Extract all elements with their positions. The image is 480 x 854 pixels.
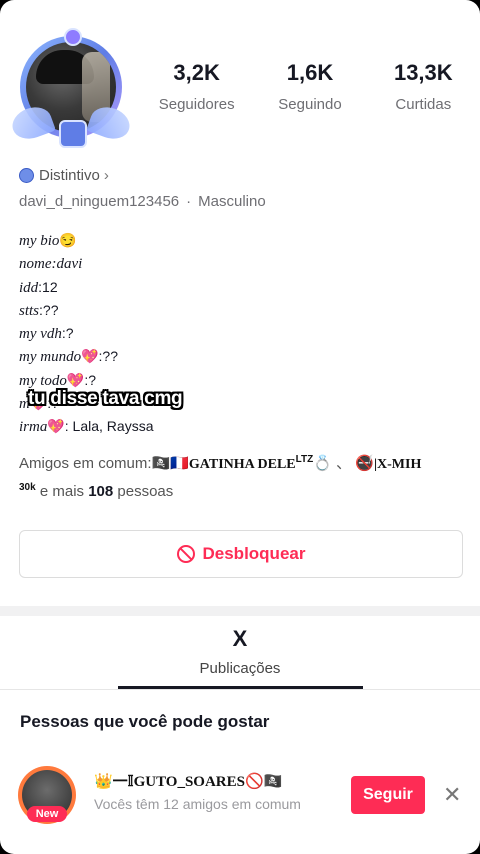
- suggestion-subtitle: Vocês têm 12 amigos em comum: [94, 796, 301, 812]
- profile-screen: 3,2K Seguidores 1,6K Seguindo 13,3K Curt…: [0, 0, 480, 854]
- stat-followers[interactable]: 3,2K Seguidores: [140, 60, 253, 113]
- mutual-prefix: Amigos em comum:: [19, 455, 152, 472]
- bio-line: stts:??: [19, 301, 59, 319]
- suggestion-name[interactable]: 👑一𝕀GUTO_SOARES🚫🏴‍☠️: [94, 770, 282, 791]
- mutual-friends[interactable]: Amigos em comum:🏴‍☠️🇫🇷GATINHA DELELTZ💍 、…: [19, 448, 469, 503]
- suggestions-title: Pessoas que você pode gostar: [20, 712, 270, 731]
- unblock-button[interactable]: Desbloquear: [19, 530, 463, 578]
- bio-line: irma💖: Lala, Rayssa: [19, 418, 154, 436]
- bio-line: idd:12: [19, 278, 58, 296]
- crown-badge-icon: [64, 28, 82, 46]
- followers-label: Seguidores: [158, 96, 235, 113]
- username-line: davi_d_ninguem123456 · Masculino: [19, 193, 266, 210]
- badge-label: Distintivo: [39, 167, 100, 184]
- gender: Masculino: [198, 193, 266, 210]
- bio-line: my bio😏: [19, 232, 77, 249]
- shield-icon: [19, 168, 34, 183]
- bio-line: nome:davi: [19, 256, 83, 273]
- bio-line: my mundo💖:??: [19, 348, 118, 366]
- mutual-friend-name: |X-MIH: [373, 457, 422, 472]
- section-divider: [0, 606, 480, 616]
- chevron-right-icon: ›: [103, 167, 109, 184]
- private-x-icon: X: [232, 626, 248, 651]
- mutual-count: 108: [88, 483, 114, 500]
- mutual-friend-name: GATINHA DELE: [188, 457, 296, 472]
- block-icon: [176, 545, 195, 563]
- level-badge-icon: [59, 120, 87, 148]
- likes-label: Curtidas: [395, 96, 452, 113]
- stat-likes[interactable]: 13,3K Curtidas: [367, 60, 480, 113]
- video-caption-overlay: tu disse tava cmg: [28, 388, 183, 409]
- no-smoking-icon: 🚭: [355, 455, 374, 472]
- follow-button[interactable]: Seguir: [351, 776, 425, 814]
- heart-icon: 💖: [81, 348, 99, 365]
- smirk-icon: 😏: [59, 232, 77, 248]
- tab-publications[interactable]: X Publicações: [0, 626, 480, 677]
- unblock-label: Desbloquear: [202, 544, 306, 563]
- following-count: 1,6K: [286, 60, 334, 85]
- mutual-friend-tag: 30k: [19, 482, 36, 493]
- username: davi_d_ninguem123456: [19, 193, 180, 210]
- separator: ·: [186, 193, 192, 210]
- badge-link[interactable]: Distintivo ›: [19, 167, 109, 184]
- heart-icon: 💖: [66, 371, 85, 388]
- new-badge: New: [27, 806, 67, 822]
- ring-icon: 💍 、: [313, 455, 352, 472]
- followers-count: 3,2K: [173, 60, 220, 85]
- following-label: Seguindo: [278, 96, 342, 113]
- profile-stats: 3,2K Seguidores 1,6K Seguindo 13,3K Curt…: [140, 60, 480, 113]
- tab-label: Publicações: [199, 660, 281, 677]
- heart-icon: 💖: [47, 418, 65, 435]
- stat-following[interactable]: 1,6K Seguindo: [253, 60, 366, 113]
- tab-divider: [0, 689, 480, 690]
- suggestion-item[interactable]: New 👑一𝕀GUTO_SOARES🚫🏴‍☠️ Vocês têm 12 ami…: [0, 762, 480, 832]
- mutual-friend-tag: LTZ: [295, 454, 314, 465]
- likes-count: 13,3K: [393, 60, 453, 85]
- close-icon[interactable]: ✕: [443, 782, 461, 808]
- bio-line: my vdh:?: [19, 325, 74, 343]
- flag-icons: 🏴‍☠️🇫🇷: [151, 455, 189, 472]
- profile-avatar[interactable]: [8, 28, 134, 148]
